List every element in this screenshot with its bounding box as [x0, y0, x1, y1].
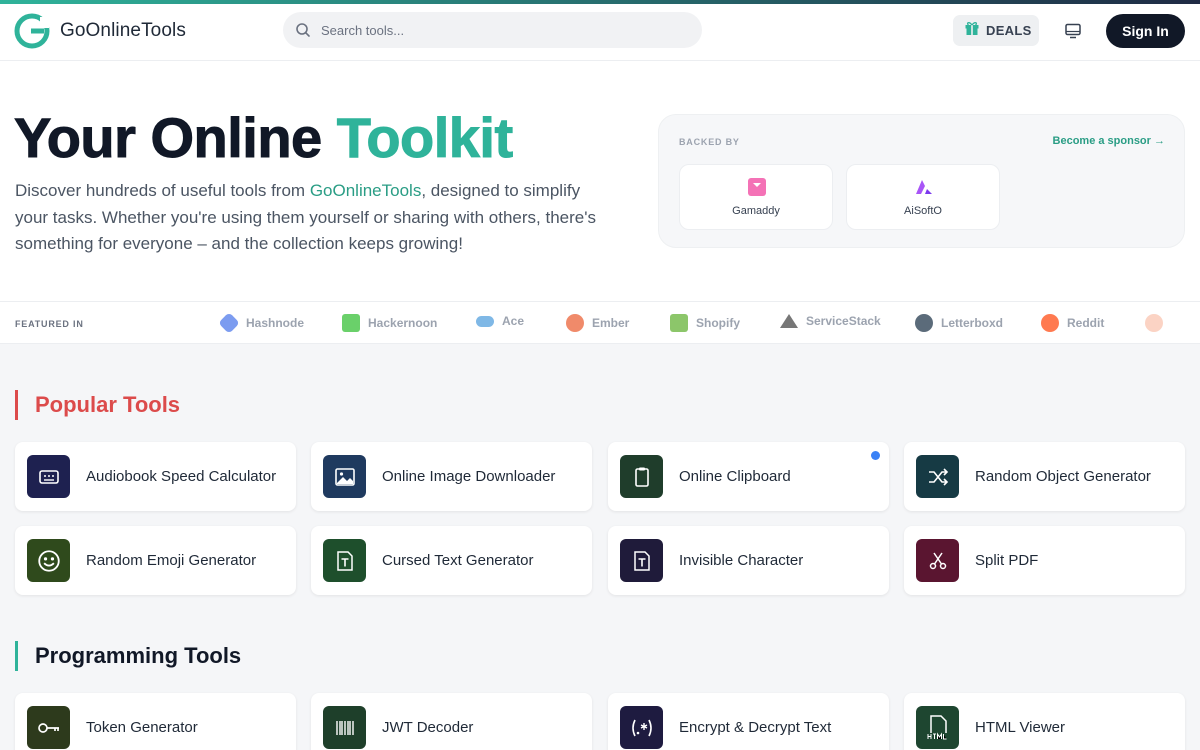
featured-in-strip: FEATURED IN Hashnode Hackernoon Ace Embe…: [0, 301, 1200, 344]
text-file-icon: [323, 539, 366, 582]
hero-desc-start: Discover hundreds of useful tools from: [15, 181, 310, 200]
tool-card[interactable]: Cursed Text Generator: [311, 526, 592, 595]
clipboard-icon: [620, 455, 663, 498]
featured-item[interactable]: Hashnode: [218, 312, 305, 334]
deals-button[interactable]: DEALS: [953, 15, 1039, 46]
tool-name: JWT Decoder: [382, 719, 474, 736]
tool-card[interactable]: Encrypt & Decrypt Text: [608, 693, 889, 750]
barcode-icon: [323, 706, 366, 749]
hero-title-main: Your Online: [14, 106, 337, 170]
hero-brand-link[interactable]: GoOnlineTools: [310, 181, 422, 200]
emoji-icon: [27, 539, 70, 582]
tool-name: Invisible Character: [679, 552, 804, 569]
featured-item[interactable]: Reddit: [1041, 314, 1104, 332]
featured-name: Shopify: [696, 316, 740, 330]
tool-card[interactable]: Online Image Downloader: [311, 442, 592, 511]
header: GoOnlineTools Search tools... DEALS Sign…: [0, 4, 1200, 61]
tool-name: Online Image Downloader: [382, 468, 556, 485]
tool-name: Encrypt & Decrypt Text: [679, 719, 832, 736]
featured-item-partial[interactable]: [1145, 314, 1171, 332]
search-bar[interactable]: Search tools...: [283, 12, 702, 48]
featured-in-label: FEATURED IN: [15, 319, 84, 329]
featured-name: Letterboxd: [941, 316, 1004, 330]
gamaddy-logo-icon: [747, 177, 767, 197]
featured-item[interactable]: Hackernoon: [342, 314, 437, 332]
image-icon: [323, 455, 366, 498]
display-theme-icon[interactable]: [1061, 19, 1085, 43]
tool-card[interactable]: HTML Viewer: [904, 693, 1185, 750]
sponsor-card-gamaddy[interactable]: Gamaddy: [679, 164, 833, 230]
sponsor-name: Gamaddy: [732, 205, 780, 217]
servicestack-icon: [780, 314, 798, 328]
become-sponsor-link[interactable]: Become a sponsor →: [1053, 135, 1165, 147]
section-title-programming: Programming Tools: [15, 641, 241, 671]
key-icon: [27, 706, 70, 749]
ember-icon: [566, 314, 584, 332]
tool-card[interactable]: Random Emoji Generator: [15, 526, 296, 595]
tool-card[interactable]: Online Clipboard: [608, 442, 889, 511]
logo-icon[interactable]: [14, 13, 50, 49]
audiobook-icon: [27, 455, 70, 498]
tool-card[interactable]: Audiobook Speed Calculator: [15, 442, 296, 511]
featured-item[interactable]: ServiceStack: [780, 314, 881, 328]
partial-logo-icon: [1145, 314, 1163, 332]
tool-name: Token Generator: [86, 719, 198, 736]
aisofto-logo-icon: [914, 177, 934, 197]
featured-name: Ember: [592, 316, 630, 330]
gift-icon: [964, 20, 980, 41]
text-file-icon: [620, 539, 663, 582]
shopify-icon: [670, 314, 688, 332]
sign-in-button[interactable]: Sign In: [1106, 14, 1185, 48]
tool-card[interactable]: Random Object Generator: [904, 442, 1185, 511]
hero-title: Your Online Toolkit: [14, 106, 514, 170]
brand-name[interactable]: GoOnlineTools: [60, 20, 186, 42]
reddit-icon: [1041, 314, 1059, 332]
backed-by-label: BACKED BY: [679, 137, 740, 147]
featured-name: Hackernoon: [368, 316, 438, 330]
hero-title-accent: Toolkit: [336, 106, 513, 170]
tool-name: Random Object Generator: [975, 468, 1151, 485]
tool-name: Split PDF: [975, 552, 1039, 569]
scissors-icon: [916, 539, 959, 582]
search-icon: [295, 22, 311, 38]
section-title-popular: Popular Tools: [15, 390, 180, 420]
tool-name: HTML Viewer: [975, 719, 1066, 736]
featured-name: Hashnode: [246, 316, 305, 330]
featured-name: Ace: [502, 314, 525, 328]
featured-item[interactable]: Ace: [476, 314, 524, 328]
tool-name: Cursed Text Generator: [382, 552, 534, 569]
featured-name: Reddit: [1067, 316, 1105, 330]
featured-item[interactable]: Shopify: [670, 314, 740, 332]
featured-item[interactable]: Letterboxd: [915, 314, 1003, 332]
featured-name: ServiceStack: [806, 314, 881, 328]
sponsor-card-aisofto[interactable]: AiSoftO: [846, 164, 1000, 230]
hashnode-icon: [218, 312, 240, 334]
tool-name: Random Emoji Generator: [86, 552, 257, 569]
tool-name: Online Clipboard: [679, 468, 791, 485]
hackernoon-icon: [342, 314, 360, 332]
featured-item[interactable]: Ember: [566, 314, 629, 332]
search-input[interactable]: Search tools...: [321, 23, 404, 38]
cloud-icon: [476, 315, 494, 327]
tool-card[interactable]: Invisible Character: [608, 526, 889, 595]
tool-name: Audiobook Speed Calculator: [86, 468, 277, 485]
new-badge-dot: [871, 451, 880, 460]
tool-card[interactable]: Token Generator: [15, 693, 296, 750]
regex-icon: [620, 706, 663, 749]
shuffle-icon: [916, 455, 959, 498]
hero-description: Discover hundreds of useful tools from G…: [15, 178, 615, 258]
html-file-icon: [916, 706, 959, 749]
letterboxd-icon: [915, 314, 933, 332]
tool-card[interactable]: JWT Decoder: [311, 693, 592, 750]
deals-label: DEALS: [986, 23, 1032, 38]
sponsor-name: AiSoftO: [904, 205, 942, 217]
sponsor-panel: BACKED BY Become a sponsor → Gamaddy AiS…: [658, 114, 1185, 248]
tool-card[interactable]: Split PDF: [904, 526, 1185, 595]
